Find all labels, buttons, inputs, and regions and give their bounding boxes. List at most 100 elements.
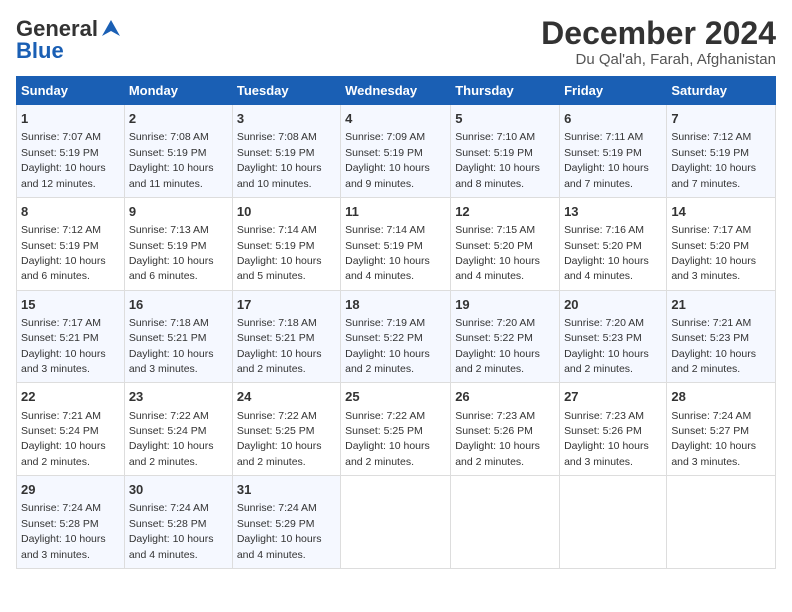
calendar-cell: 15Sunrise: 7:17 AMSunset: 5:21 PMDayligh… — [17, 290, 125, 383]
day-info: Sunrise: 7:10 AMSunset: 5:19 PMDaylight:… — [455, 131, 540, 189]
day-info: Sunrise: 7:18 AMSunset: 5:21 PMDaylight:… — [237, 317, 322, 375]
day-number: 18 — [345, 296, 446, 314]
calendar-row: 22 Sunrise: 7:21 AMSunset: 5:24 PMDayligh… — [17, 383, 776, 476]
day-number: 13 — [564, 203, 662, 221]
day-info: Sunrise: 7:12 AMSunset: 5:19 PMDaylight:… — [671, 131, 756, 189]
day-info: Sunrise: 7:12 AMSunset: 5:19 PMDaylight:… — [21, 224, 106, 282]
day-number: 19 — [455, 296, 555, 314]
calendar-cell: 5 Sunrise: 7:10 AMSunset: 5:19 PMDaylight… — [451, 105, 560, 198]
header-thursday: Thursday — [451, 77, 560, 105]
calendar-cell: 24Sunrise: 7:22 AMSunset: 5:25 PMDayligh… — [232, 383, 340, 476]
calendar-header-row: Sunday Monday Tuesday Wednesday Thursday… — [17, 77, 776, 105]
day-number: 5 — [455, 110, 555, 128]
calendar-cell: 3 Sunrise: 7:08 AMSunset: 5:19 PMDaylight… — [232, 105, 340, 198]
calendar-cell: 2 Sunrise: 7:08 AMSunset: 5:19 PMDaylight… — [124, 105, 232, 198]
day-number: 17 — [237, 296, 336, 314]
calendar-cell — [560, 476, 667, 569]
day-number: 10 — [237, 203, 336, 221]
day-number: 14 — [671, 203, 771, 221]
calendar-cell: 10 Sunrise: 7:14 AMSunset: 5:19 PMDayligh… — [232, 197, 340, 290]
calendar-cell: 18Sunrise: 7:19 AMSunset: 5:22 PMDayligh… — [341, 290, 451, 383]
day-info: Sunrise: 7:07 AMSunset: 5:19 PMDaylight:… — [21, 131, 106, 189]
day-number: 25 — [345, 388, 446, 406]
calendar-cell: 26Sunrise: 7:23 AMSunset: 5:26 PMDayligh… — [451, 383, 560, 476]
calendar-cell — [341, 476, 451, 569]
day-info: Sunrise: 7:09 AMSunset: 5:19 PMDaylight:… — [345, 131, 430, 189]
day-info: Sunrise: 7:24 AMSunset: 5:28 PMDaylight:… — [129, 502, 214, 560]
calendar-cell: 16 Sunrise: 7:18 AMSunset: 5:21 PMDayligh… — [124, 290, 232, 383]
day-number: 22 — [21, 388, 120, 406]
day-number: 12 — [455, 203, 555, 221]
calendar-row: 1 Sunrise: 7:07 AMSunset: 5:19 PMDaylight… — [17, 105, 776, 198]
day-number: 2 — [129, 110, 228, 128]
header-sunday: Sunday — [17, 77, 125, 105]
calendar-cell — [451, 476, 560, 569]
calendar-cell: 19 Sunrise: 7:20 AMSunset: 5:22 PMDayligh… — [451, 290, 560, 383]
day-number: 8 — [21, 203, 120, 221]
calendar-cell: 6 Sunrise: 7:11 AMSunset: 5:19 PMDaylight… — [560, 105, 667, 198]
day-number: 3 — [237, 110, 336, 128]
calendar-cell: 1 Sunrise: 7:07 AMSunset: 5:19 PMDaylight… — [17, 105, 125, 198]
day-info: Sunrise: 7:13 AMSunset: 5:19 PMDaylight:… — [129, 224, 214, 282]
day-number: 16 — [129, 296, 228, 314]
calendar-cell: 11 Sunrise: 7:14 AMSunset: 5:19 PMDayligh… — [341, 197, 451, 290]
day-info: Sunrise: 7:08 AMSunset: 5:19 PMDaylight:… — [237, 131, 322, 189]
month-title: December 2024 — [541, 16, 776, 51]
day-number: 15 — [21, 296, 120, 314]
day-info: Sunrise: 7:24 AMSunset: 5:27 PMDaylight:… — [671, 410, 756, 468]
day-info: Sunrise: 7:16 AMSunset: 5:20 PMDaylight:… — [564, 224, 649, 282]
day-info: Sunrise: 7:23 AMSunset: 5:26 PMDaylight:… — [455, 410, 540, 468]
day-number: 27 — [564, 388, 662, 406]
day-number: 4 — [345, 110, 446, 128]
calendar-cell: 31 Sunrise: 7:24 AMSunset: 5:29 PMDayligh… — [232, 476, 340, 569]
calendar-cell: 30 Sunrise: 7:24 AMSunset: 5:28 PMDayligh… — [124, 476, 232, 569]
day-info: Sunrise: 7:20 AMSunset: 5:23 PMDaylight:… — [564, 317, 649, 375]
calendar-row: 15Sunrise: 7:17 AMSunset: 5:21 PMDayligh… — [17, 290, 776, 383]
day-info: Sunrise: 7:21 AMSunset: 5:24 PMDaylight:… — [21, 410, 106, 468]
day-number: 7 — [671, 110, 771, 128]
header-wednesday: Wednesday — [341, 77, 451, 105]
calendar-cell: 13 Sunrise: 7:16 AMSunset: 5:20 PMDayligh… — [560, 197, 667, 290]
day-info: Sunrise: 7:11 AMSunset: 5:19 PMDaylight:… — [564, 131, 649, 189]
day-number: 9 — [129, 203, 228, 221]
day-info: Sunrise: 7:14 AMSunset: 5:19 PMDaylight:… — [345, 224, 430, 282]
day-info: Sunrise: 7:24 AMSunset: 5:29 PMDaylight:… — [237, 502, 322, 560]
day-info: Sunrise: 7:08 AMSunset: 5:19 PMDaylight:… — [129, 131, 214, 189]
day-info: Sunrise: 7:22 AMSunset: 5:25 PMDaylight:… — [345, 410, 430, 468]
calendar-cell: 28 Sunrise: 7:24 AMSunset: 5:27 PMDayligh… — [667, 383, 776, 476]
day-info: Sunrise: 7:21 AMSunset: 5:23 PMDaylight:… — [671, 317, 756, 375]
day-number: 20 — [564, 296, 662, 314]
calendar-cell: 17 Sunrise: 7:18 AMSunset: 5:21 PMDayligh… — [232, 290, 340, 383]
day-info: Sunrise: 7:20 AMSunset: 5:22 PMDaylight:… — [455, 317, 540, 375]
calendar-cell: 27Sunrise: 7:23 AMSunset: 5:26 PMDayligh… — [560, 383, 667, 476]
calendar-cell: 9 Sunrise: 7:13 AMSunset: 5:19 PMDaylight… — [124, 197, 232, 290]
day-number: 11 — [345, 203, 446, 221]
day-info: Sunrise: 7:18 AMSunset: 5:21 PMDaylight:… — [129, 317, 214, 375]
calendar-cell: 12 Sunrise: 7:15 AMSunset: 5:20 PMDayligh… — [451, 197, 560, 290]
day-number: 24 — [237, 388, 336, 406]
day-info: Sunrise: 7:15 AMSunset: 5:20 PMDaylight:… — [455, 224, 540, 282]
calendar-cell: 14Sunrise: 7:17 AMSunset: 5:20 PMDayligh… — [667, 197, 776, 290]
day-number: 23 — [129, 388, 228, 406]
calendar-cell: 23 Sunrise: 7:22 AMSunset: 5:24 PMDayligh… — [124, 383, 232, 476]
calendar-cell: 8 Sunrise: 7:12 AMSunset: 5:19 PMDaylight… — [17, 197, 125, 290]
day-number: 31 — [237, 481, 336, 499]
day-number: 6 — [564, 110, 662, 128]
day-number: 30 — [129, 481, 228, 499]
calendar-cell: 25 Sunrise: 7:22 AMSunset: 5:25 PMDayligh… — [341, 383, 451, 476]
calendar-cell: 29Sunrise: 7:24 AMSunset: 5:28 PMDayligh… — [17, 476, 125, 569]
logo-blue: Blue — [16, 38, 64, 64]
page-header: General Blue December 2024 Du Qal'ah, Fa… — [16, 16, 776, 68]
day-info: Sunrise: 7:14 AMSunset: 5:19 PMDaylight:… — [237, 224, 322, 282]
calendar-cell: 4 Sunrise: 7:09 AMSunset: 5:19 PMDaylight… — [341, 105, 451, 198]
calendar-cell: 21 Sunrise: 7:21 AMSunset: 5:23 PMDayligh… — [667, 290, 776, 383]
day-number: 1 — [21, 110, 120, 128]
day-info: Sunrise: 7:22 AMSunset: 5:24 PMDaylight:… — [129, 410, 214, 468]
logo: General Blue — [16, 16, 122, 64]
title-block: December 2024 Du Qal'ah, Farah, Afghanis… — [541, 16, 776, 68]
calendar-row: 29 Sunrise: 7:24 AMSunset: 5:28 PMDayligh… — [17, 476, 776, 569]
calendar-table: Sunday Monday Tuesday Wednesday Thursday… — [16, 76, 776, 569]
day-number: 28 — [671, 388, 771, 406]
day-number: 29 — [21, 481, 120, 499]
day-number: 21 — [671, 296, 771, 314]
